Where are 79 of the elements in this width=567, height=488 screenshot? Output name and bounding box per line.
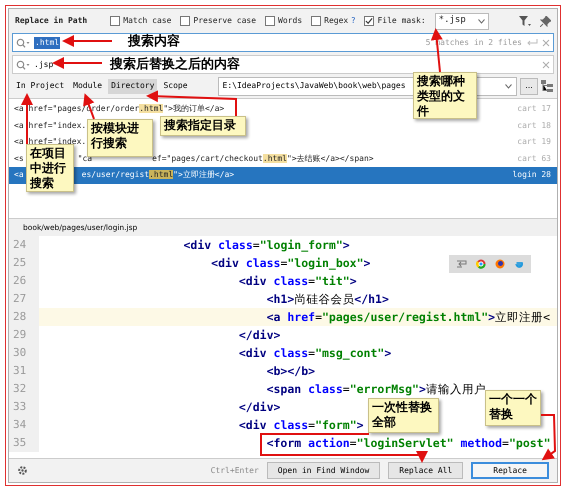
browse-button[interactable]: ...	[520, 78, 538, 94]
tree-icon[interactable]	[541, 80, 553, 92]
line-number: 33	[9, 398, 39, 416]
annotation-tooltip: 一个一个替换	[485, 390, 541, 426]
annotation-tooltip: 按模块进行搜索	[87, 119, 153, 157]
code-line: <div class="form">	[238, 418, 364, 432]
search-icon[interactable]	[16, 38, 30, 48]
code-line: <b></b>	[266, 364, 316, 378]
close-icon[interactable]	[542, 38, 550, 46]
option-label[interactable]: Regex	[324, 15, 348, 27]
close-icon[interactable]	[542, 60, 550, 68]
code-line: <a href="pages/user/regist.html">立即注册<	[266, 310, 550, 324]
result-location: cart 63	[517, 152, 551, 165]
code-line: </div>	[238, 328, 280, 342]
result-code: <a	[14, 169, 24, 182]
dialog-title: Replace in Path	[15, 15, 88, 27]
result-code: ef="pages/cart/checkout.html">去结账</a></span>	[152, 152, 374, 165]
result-code: es/user/regist.html">立即注册</a>	[82, 169, 234, 182]
option-label[interactable]: Words	[278, 15, 302, 27]
line-number: 34	[9, 416, 39, 434]
annotation-tooltip: 在项目中进行搜索	[26, 144, 74, 192]
option-label[interactable]: Match case	[123, 15, 172, 27]
arrow	[62, 35, 112, 47]
result-code: <a href="index.	[14, 120, 86, 132]
code-line: <div class="login_form">	[183, 238, 350, 252]
checkbox[interactable]	[311, 16, 322, 26]
dialog-button[interactable]: Open in Find Window	[266, 462, 380, 479]
result-code: <a href="index.	[14, 136, 86, 147]
checkbox[interactable]	[180, 16, 190, 26]
option-label[interactable]: File mask:	[377, 15, 426, 27]
chevron-icon	[505, 84, 512, 88]
line-number: 27	[9, 290, 39, 308]
scope-tab[interactable]: Scope	[160, 78, 191, 94]
annotation-tooltip: 搜索哪种类型的文件	[413, 72, 477, 119]
annotation-label: 搜索后替换之后的内容	[110, 56, 240, 74]
line-number: 32	[9, 380, 39, 398]
code-line: <div class="msg_cont">	[238, 346, 392, 360]
line-number: 29	[9, 326, 39, 344]
result-location: login 28	[512, 169, 551, 182]
annotation-tooltip: 搜索指定目录	[160, 116, 246, 136]
result-location: cart 19	[517, 136, 551, 148]
annotation-tooltip: 一次性替换全部	[368, 398, 439, 433]
code-line: <div class="login_box">	[211, 256, 370, 270]
settings-icon[interactable]	[17, 465, 28, 476]
dialog-button[interactable]: Replace All	[388, 462, 464, 479]
help-link[interactable]: ?	[351, 15, 356, 27]
chevron-icon	[478, 18, 485, 24]
code-line: <form action="loginServlet" method="post"	[266, 436, 551, 450]
code-line: <div class="tit">	[238, 274, 357, 288]
browser-icon[interactable]	[476, 259, 486, 269]
line-number: 24	[9, 236, 39, 254]
checkbox[interactable]	[364, 16, 374, 26]
code-line: <h1>尚硅谷会员</h1>	[266, 292, 389, 306]
filter-icon[interactable]	[519, 16, 531, 26]
line-number: 31	[9, 362, 39, 380]
pin-icon[interactable]	[540, 16, 551, 26]
result-location: cart 18	[517, 120, 551, 132]
dialog-button[interactable]: Replace	[471, 462, 549, 479]
code-line: <span class="errorMsg">请输入用户	[266, 382, 486, 396]
result-location: cart 17	[517, 103, 551, 116]
result-code: <s	[14, 152, 24, 165]
wrap-icon[interactable]	[456, 260, 466, 268]
line-number: 28	[9, 308, 39, 326]
arrow	[52, 57, 102, 69]
shortcut-hint: Ctrl+Enter	[210, 464, 259, 476]
option-label[interactable]: Preserve case	[193, 15, 256, 27]
line-number: 26	[9, 272, 39, 290]
line-number: 30	[9, 344, 39, 362]
checkbox[interactable]	[265, 16, 276, 26]
code-line: </div>	[238, 400, 280, 414]
file-mask-dropdown[interactable]: *.jsp	[434, 12, 489, 30]
line-number: 25	[9, 254, 39, 272]
line-number: 35	[9, 434, 39, 452]
scope-tab[interactable]: Module	[70, 78, 106, 94]
annotation-label: 搜索内容	[128, 32, 180, 51]
scope-tab[interactable]: In Project	[13, 78, 68, 94]
search-icon[interactable]	[16, 60, 30, 70]
checkbox[interactable]	[110, 16, 120, 26]
scope-tab[interactable]: Directory	[108, 78, 158, 94]
